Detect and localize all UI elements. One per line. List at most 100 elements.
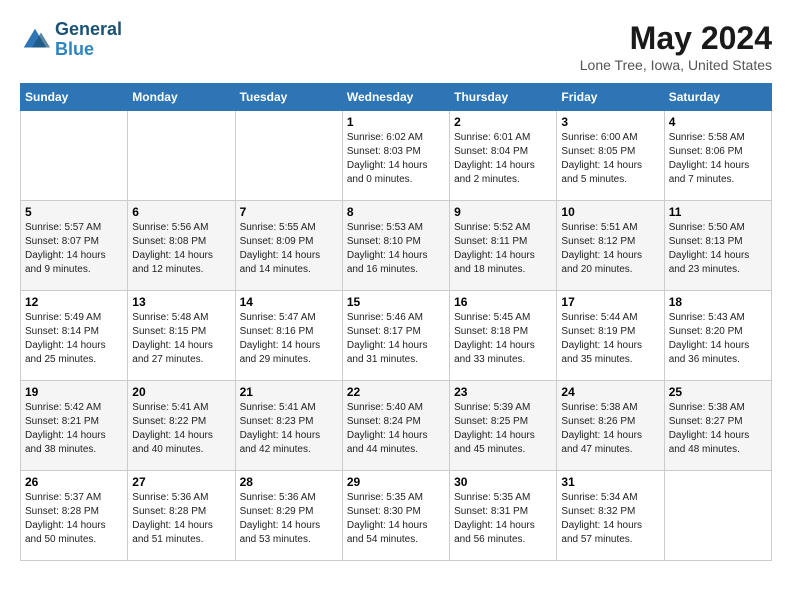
- day-number: 16: [454, 295, 552, 309]
- calendar-cell: 4 Sunrise: 5:58 AM Sunset: 8:06 PM Daylig…: [664, 111, 771, 201]
- header-day: Monday: [128, 84, 235, 111]
- day-number: 15: [347, 295, 445, 309]
- calendar-cell: [235, 111, 342, 201]
- logo-text: General Blue: [55, 20, 122, 60]
- day-number: 18: [669, 295, 767, 309]
- day-info: Sunrise: 5:36 AM Sunset: 8:29 PM Dayligh…: [240, 491, 338, 547]
- calendar-cell: 14Sunrise: 5:47 AM Sunset: 8:16 PM Dayli…: [235, 291, 342, 381]
- day-number: 21: [240, 385, 338, 399]
- title-block: May 2024 Lone Tree, Iowa, United States: [580, 20, 772, 73]
- calendar-cell: 24Sunrise: 5:38 AM Sunset: 8:26 PM Dayli…: [557, 381, 664, 471]
- day-info: Sunrise: 5:44 AM Sunset: 8:19 PM Dayligh…: [561, 311, 659, 367]
- calendar-cell: 5 Sunrise: 5:57 AM Sunset: 8:07 PM Daylig…: [21, 201, 128, 291]
- day-info: Sunrise: 6:02 AM Sunset: 8:03 PM Dayligh…: [347, 131, 445, 187]
- header-day: Wednesday: [342, 84, 449, 111]
- day-number: 3: [561, 115, 659, 129]
- day-info: Sunrise: 5:34 AM Sunset: 8:32 PM Dayligh…: [561, 491, 659, 547]
- day-number: 27: [132, 475, 230, 489]
- day-number: 17: [561, 295, 659, 309]
- calendar-cell: 18 Sunrise: 5:43 AM Sunset: 8:20 PM Dayli…: [664, 291, 771, 381]
- calendar-cell: 12 Sunrise: 5:49 AM Sunset: 8:14 PM Dayli…: [21, 291, 128, 381]
- day-number: 5: [25, 205, 123, 219]
- day-info: Sunrise: 5:48 AM Sunset: 8:15 PM Dayligh…: [132, 311, 230, 367]
- day-info: Sunrise: 5:50 AM Sunset: 8:13 PM Dayligh…: [669, 221, 767, 277]
- calendar-cell: 8 Sunrise: 5:53 AM Sunset: 8:10 PM Daylig…: [342, 201, 449, 291]
- day-number: 4: [669, 115, 767, 129]
- day-number: 6: [132, 205, 230, 219]
- header-day: Friday: [557, 84, 664, 111]
- day-info: Sunrise: 5:49 AM Sunset: 8:14 PM Dayligh…: [25, 311, 123, 367]
- calendar-cell: 31 Sunrise: 5:34 AM Sunset: 8:32 PM Dayli…: [557, 471, 664, 561]
- calendar-week-row: 26Sunrise: 5:37 AM Sunset: 8:28 PM Dayli…: [21, 471, 772, 561]
- calendar-cell: 11 Sunrise: 5:50 AM Sunset: 8:13 PM Dayli…: [664, 201, 771, 291]
- main-title: May 2024: [580, 20, 772, 57]
- header-day: Saturday: [664, 84, 771, 111]
- calendar-cell: 30 Sunrise: 5:35 AM Sunset: 8:31 PM Dayli…: [450, 471, 557, 561]
- calendar-cell: 6 Sunrise: 5:56 AM Sunset: 8:08 PM Daylig…: [128, 201, 235, 291]
- day-number: 11: [669, 205, 767, 219]
- day-number: 12: [25, 295, 123, 309]
- day-info: Sunrise: 5:53 AM Sunset: 8:10 PM Dayligh…: [347, 221, 445, 277]
- calendar-week-row: 12 Sunrise: 5:49 AM Sunset: 8:14 PM Dayli…: [21, 291, 772, 381]
- day-number: 24: [561, 385, 659, 399]
- calendar-cell: [128, 111, 235, 201]
- day-info: Sunrise: 6:01 AM Sunset: 8:04 PM Dayligh…: [454, 131, 552, 187]
- calendar-cell: 17 Sunrise: 5:44 AM Sunset: 8:19 PM Dayli…: [557, 291, 664, 381]
- calendar-cell: [21, 111, 128, 201]
- day-info: Sunrise: 5:40 AM Sunset: 8:24 PM Dayligh…: [347, 401, 445, 457]
- day-info: Sunrise: 5:46 AM Sunset: 8:17 PM Dayligh…: [347, 311, 445, 367]
- day-number: 7: [240, 205, 338, 219]
- day-info: Sunrise: 5:56 AM Sunset: 8:08 PM Dayligh…: [132, 221, 230, 277]
- calendar-cell: 2Sunrise: 6:01 AM Sunset: 8:04 PM Daylig…: [450, 111, 557, 201]
- day-number: 8: [347, 205, 445, 219]
- day-info: Sunrise: 5:52 AM Sunset: 8:11 PM Dayligh…: [454, 221, 552, 277]
- day-info: Sunrise: 5:41 AM Sunset: 8:23 PM Dayligh…: [240, 401, 338, 457]
- day-number: 1: [347, 115, 445, 129]
- calendar-body: 1 Sunrise: 6:02 AM Sunset: 8:03 PM Daylig…: [21, 111, 772, 561]
- day-number: 29: [347, 475, 445, 489]
- calendar-cell: 22 Sunrise: 5:40 AM Sunset: 8:24 PM Dayli…: [342, 381, 449, 471]
- day-number: 10: [561, 205, 659, 219]
- subtitle: Lone Tree, Iowa, United States: [580, 57, 772, 73]
- calendar-cell: 28 Sunrise: 5:36 AM Sunset: 8:29 PM Dayli…: [235, 471, 342, 561]
- day-info: Sunrise: 5:36 AM Sunset: 8:28 PM Dayligh…: [132, 491, 230, 547]
- day-info: Sunrise: 6:00 AM Sunset: 8:05 PM Dayligh…: [561, 131, 659, 187]
- header-day: Sunday: [21, 84, 128, 111]
- calendar-cell: 29 Sunrise: 5:35 AM Sunset: 8:30 PM Dayli…: [342, 471, 449, 561]
- day-info: Sunrise: 5:38 AM Sunset: 8:27 PM Dayligh…: [669, 401, 767, 457]
- day-number: 20: [132, 385, 230, 399]
- calendar-week-row: 19Sunrise: 5:42 AM Sunset: 8:21 PM Dayli…: [21, 381, 772, 471]
- calendar-cell: 7 Sunrise: 5:55 AM Sunset: 8:09 PM Daylig…: [235, 201, 342, 291]
- calendar-week-row: 1 Sunrise: 6:02 AM Sunset: 8:03 PM Daylig…: [21, 111, 772, 201]
- day-info: Sunrise: 5:47 AM Sunset: 8:16 PM Dayligh…: [240, 311, 338, 367]
- day-number: 26: [25, 475, 123, 489]
- day-info: Sunrise: 5:58 AM Sunset: 8:06 PM Dayligh…: [669, 131, 767, 187]
- day-info: Sunrise: 5:45 AM Sunset: 8:18 PM Dayligh…: [454, 311, 552, 367]
- calendar-cell: 27 Sunrise: 5:36 AM Sunset: 8:28 PM Dayli…: [128, 471, 235, 561]
- day-number: 25: [669, 385, 767, 399]
- calendar-cell: 23Sunrise: 5:39 AM Sunset: 8:25 PM Dayli…: [450, 381, 557, 471]
- calendar-cell: 19Sunrise: 5:42 AM Sunset: 8:21 PM Dayli…: [21, 381, 128, 471]
- calendar-cell: 10Sunrise: 5:51 AM Sunset: 8:12 PM Dayli…: [557, 201, 664, 291]
- calendar-cell: 3 Sunrise: 6:00 AM Sunset: 8:05 PM Daylig…: [557, 111, 664, 201]
- calendar-cell: [664, 471, 771, 561]
- day-info: Sunrise: 5:42 AM Sunset: 8:21 PM Dayligh…: [25, 401, 123, 457]
- day-number: 22: [347, 385, 445, 399]
- day-number: 31: [561, 475, 659, 489]
- day-number: 13: [132, 295, 230, 309]
- page-header: General Blue May 2024 Lone Tree, Iowa, U…: [20, 20, 772, 73]
- header-row: SundayMondayTuesdayWednesdayThursdayFrid…: [21, 84, 772, 111]
- calendar-cell: 13 Sunrise: 5:48 AM Sunset: 8:15 PM Dayli…: [128, 291, 235, 381]
- calendar-cell: 21 Sunrise: 5:41 AM Sunset: 8:23 PM Dayli…: [235, 381, 342, 471]
- day-info: Sunrise: 5:57 AM Sunset: 8:07 PM Dayligh…: [25, 221, 123, 277]
- day-info: Sunrise: 5:43 AM Sunset: 8:20 PM Dayligh…: [669, 311, 767, 367]
- logo: General Blue: [20, 20, 122, 60]
- day-info: Sunrise: 5:55 AM Sunset: 8:09 PM Dayligh…: [240, 221, 338, 277]
- day-number: 30: [454, 475, 552, 489]
- day-info: Sunrise: 5:35 AM Sunset: 8:31 PM Dayligh…: [454, 491, 552, 547]
- day-info: Sunrise: 5:35 AM Sunset: 8:30 PM Dayligh…: [347, 491, 445, 547]
- calendar-cell: 15 Sunrise: 5:46 AM Sunset: 8:17 PM Dayli…: [342, 291, 449, 381]
- day-number: 28: [240, 475, 338, 489]
- header-day: Thursday: [450, 84, 557, 111]
- header-day: Tuesday: [235, 84, 342, 111]
